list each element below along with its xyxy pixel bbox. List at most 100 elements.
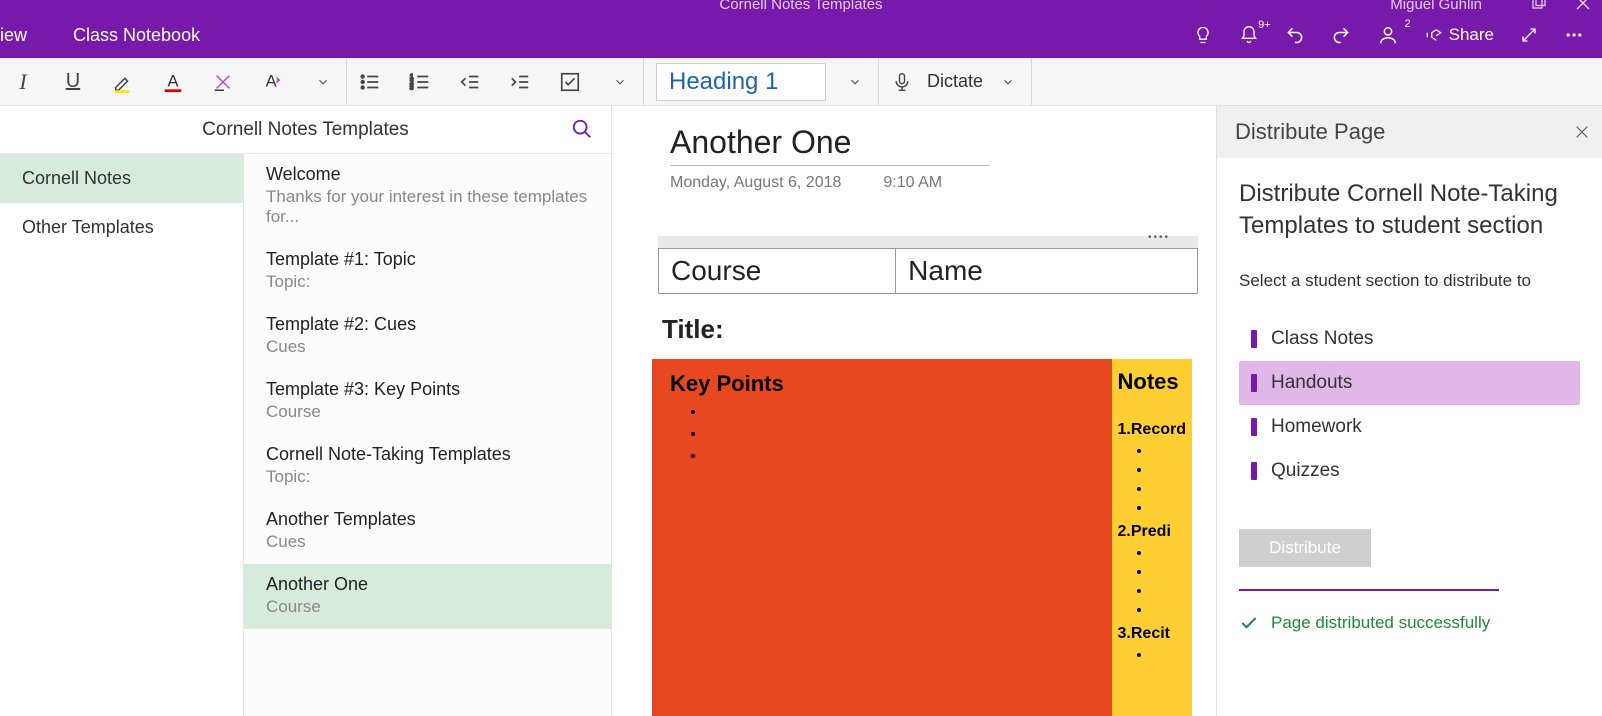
panel-title: Distribute Cornell Note-Taking Templates… bbox=[1239, 178, 1580, 243]
page-item-preview: Course bbox=[266, 597, 589, 617]
notes-step: 3.Recit bbox=[1118, 625, 1186, 643]
title-label[interactable]: Title: bbox=[662, 314, 1198, 345]
dictate-label[interactable]: Dictate bbox=[927, 71, 983, 92]
page-item[interactable]: Template #1: Topic Topic: bbox=[244, 239, 611, 304]
clear-formatting-button[interactable] bbox=[212, 71, 234, 93]
window-close-icon[interactable] bbox=[1576, 0, 1590, 10]
format-painter-button[interactable]: A bbox=[262, 71, 284, 93]
account-badge: 2 bbox=[1405, 18, 1411, 30]
notes-table[interactable]: Key Points Notes 1.Record 2.Pred bbox=[652, 359, 1192, 716]
page-canvas[interactable]: Monday, August 6, 2018 9:10 AM •••• Cour… bbox=[612, 106, 1216, 716]
tabs-row: iew Class Notebook 9+ 2 Share bbox=[0, 12, 1602, 58]
table-cell[interactable]: Course bbox=[659, 249, 896, 294]
underline-button[interactable]: U bbox=[62, 71, 84, 93]
distribute-page-panel: Distribute Page Distribute Cornell Note-… bbox=[1216, 106, 1602, 716]
page-item-preview: Cues bbox=[266, 337, 589, 357]
more-icon[interactable] bbox=[1564, 25, 1584, 45]
header-table[interactable]: Course Name bbox=[658, 248, 1198, 294]
note-container[interactable]: •••• Course Name Title: Key Points bbox=[658, 236, 1198, 716]
distribute-button[interactable]: Distribute bbox=[1239, 529, 1371, 567]
page-item-preview: Cues bbox=[266, 532, 589, 552]
panel-header-title: Distribute Page bbox=[1235, 119, 1385, 145]
page-item[interactable]: Another One Course bbox=[244, 564, 611, 629]
style-selector[interactable]: Heading 1 bbox=[656, 63, 826, 101]
student-section-item[interactable]: Handouts bbox=[1239, 361, 1580, 405]
notebook-title: Cornell Notes Templates bbox=[202, 119, 409, 141]
page-item[interactable]: Another Templates Cues bbox=[244, 499, 611, 564]
section-color-icon bbox=[1251, 330, 1257, 348]
indent-button[interactable] bbox=[509, 71, 531, 93]
page-item[interactable]: Welcome Thanks for your interest in thes… bbox=[244, 154, 611, 239]
student-section-label: Class Notes bbox=[1271, 328, 1373, 350]
page-item[interactable]: Template #3: Key Points Course bbox=[244, 369, 611, 434]
microphone-icon[interactable] bbox=[891, 71, 913, 93]
redo-icon[interactable] bbox=[1331, 25, 1351, 45]
tab-class-notebook[interactable]: Class Notebook bbox=[63, 15, 210, 56]
fullscreen-icon[interactable] bbox=[1520, 26, 1538, 44]
style-dropdown-icon[interactable] bbox=[844, 71, 866, 93]
notes-heading: Notes bbox=[1118, 369, 1179, 394]
account-icon[interactable]: 2 bbox=[1377, 24, 1399, 46]
progress-bar bbox=[1239, 589, 1499, 591]
account-name[interactable]: Miguel Guhlin bbox=[1390, 0, 1482, 13]
page-item-title: Another One bbox=[266, 574, 589, 595]
svg-text:A: A bbox=[168, 72, 179, 90]
page-item-title: Template #3: Key Points bbox=[266, 379, 589, 400]
page-item-preview: Topic: bbox=[266, 272, 589, 292]
app-title: Cornell Notes Templates bbox=[719, 0, 882, 13]
notes-step: 1.Record bbox=[1118, 421, 1186, 439]
page-item[interactable]: Cornell Note-Taking Templates Topic: bbox=[244, 434, 611, 499]
section-item[interactable]: Cornell Notes bbox=[0, 154, 243, 203]
font-dropdown-icon[interactable] bbox=[312, 71, 334, 93]
outdent-button[interactable] bbox=[459, 71, 481, 93]
notifications-icon[interactable]: 9+ bbox=[1239, 25, 1259, 45]
close-icon[interactable] bbox=[1564, 118, 1600, 146]
container-drag-handle[interactable]: •••• bbox=[658, 236, 1198, 248]
numbered-list-button[interactable]: 123 bbox=[409, 71, 431, 93]
font-color-button[interactable]: A bbox=[162, 71, 184, 93]
bullet[interactable] bbox=[706, 403, 1094, 421]
bullet[interactable] bbox=[706, 447, 1094, 465]
page-time[interactable]: 9:10 AM bbox=[883, 174, 942, 196]
section-color-icon bbox=[1251, 462, 1257, 480]
page-title-input[interactable] bbox=[670, 124, 1150, 161]
page-item-title: Welcome bbox=[266, 164, 589, 185]
table-cell[interactable]: Name bbox=[896, 249, 1198, 294]
student-section-label: Homework bbox=[1271, 416, 1362, 438]
section-item[interactable]: Other Templates bbox=[0, 203, 243, 252]
notebook-header[interactable]: Cornell Notes Templates bbox=[0, 106, 611, 154]
todo-tag-button[interactable] bbox=[559, 71, 581, 93]
page-item-title: Template #2: Cues bbox=[266, 314, 589, 335]
dictate-dropdown-icon[interactable] bbox=[997, 71, 1019, 93]
page-item-title: Cornell Note-Taking Templates bbox=[266, 444, 589, 465]
success-text: Page distributed successfully bbox=[1271, 613, 1490, 633]
bullet[interactable] bbox=[706, 425, 1094, 443]
page-item[interactable]: Template #2: Cues Cues bbox=[244, 304, 611, 369]
navigation-pane: Cornell Notes Templates Cornell Notes Ot… bbox=[0, 106, 612, 716]
italic-button[interactable]: I bbox=[12, 71, 34, 93]
ribbon: I U A A 123 bbox=[0, 58, 1602, 106]
tab-view-fragment[interactable]: iew bbox=[0, 15, 31, 56]
window-restore-icon[interactable] bbox=[1532, 0, 1546, 10]
student-section-item[interactable]: Class Notes bbox=[1239, 317, 1580, 361]
student-section-item[interactable]: Quizzes bbox=[1239, 449, 1580, 493]
key-points-cell[interactable]: Key Points bbox=[652, 359, 1112, 716]
notes-cell[interactable]: Notes 1.Record 2.Predi 3.Recit bbox=[1112, 359, 1192, 716]
lightbulb-icon[interactable] bbox=[1193, 25, 1213, 45]
highlight-button[interactable] bbox=[112, 71, 134, 93]
page-item-title: Another Templates bbox=[266, 509, 589, 530]
panel-instruction: Select a student section to distribute t… bbox=[1239, 271, 1580, 291]
svg-text:A: A bbox=[266, 72, 277, 90]
success-message: Page distributed successfully bbox=[1239, 613, 1580, 633]
bullet-list-button[interactable] bbox=[359, 71, 381, 93]
share-button[interactable]: Share bbox=[1425, 25, 1494, 45]
page-item-preview: Course bbox=[266, 402, 589, 422]
student-section-label: Handouts bbox=[1271, 372, 1352, 394]
student-section-item[interactable]: Homework bbox=[1239, 405, 1580, 449]
page-date[interactable]: Monday, August 6, 2018 bbox=[670, 174, 841, 196]
paragraph-dropdown-icon[interactable] bbox=[609, 71, 631, 93]
section-color-icon bbox=[1251, 418, 1257, 436]
search-icon[interactable] bbox=[571, 118, 593, 140]
undo-icon[interactable] bbox=[1285, 25, 1305, 45]
svg-text:3: 3 bbox=[410, 84, 414, 91]
